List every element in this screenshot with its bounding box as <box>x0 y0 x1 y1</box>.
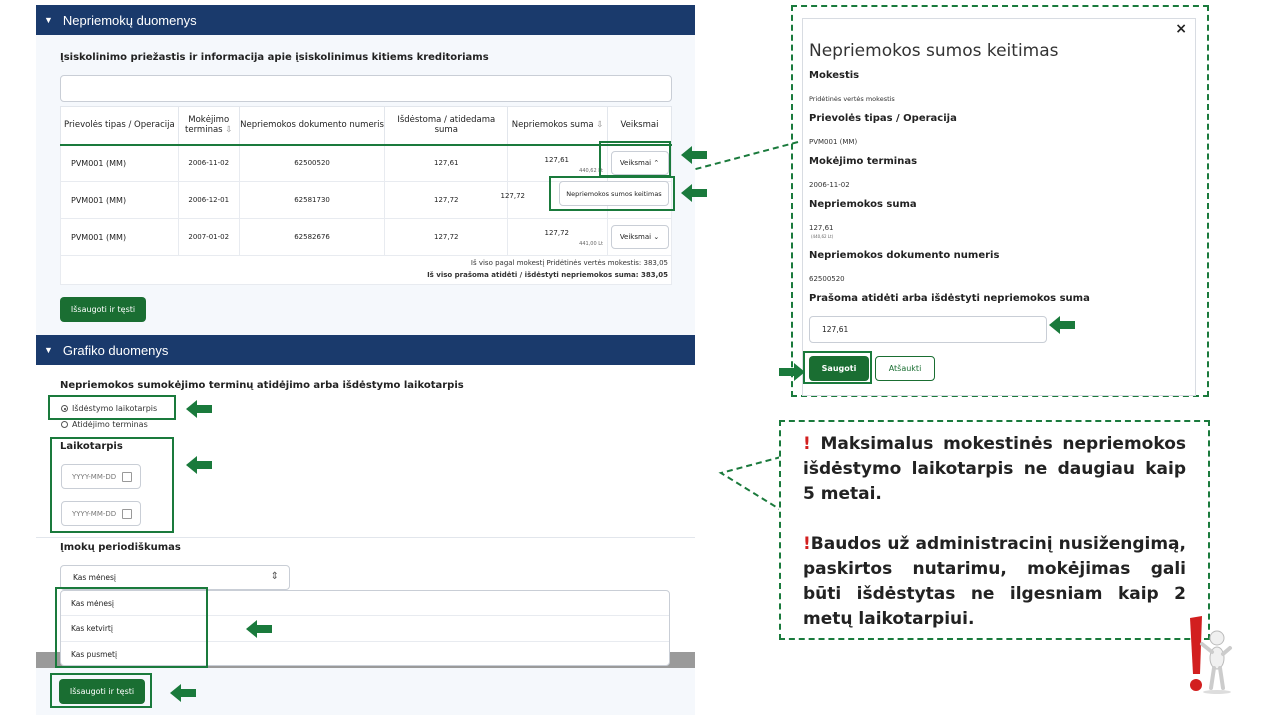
cell-doc: 62581730 <box>238 181 386 219</box>
table-row: PVM001 (MM) 2007-01-02 62582676 127,72 1… <box>60 218 672 256</box>
close-icon[interactable]: × <box>1175 21 1187 37</box>
arrow-left-icon <box>186 456 212 474</box>
highlight-menu-item <box>549 176 675 211</box>
radio-unchecked-icon <box>61 421 68 428</box>
sum-value: 127,72 <box>544 229 570 237</box>
divider <box>36 537 695 538</box>
cell-term: 2007-01-02 <box>177 218 240 256</box>
total-tax: Iš viso pagal mokestį Pridėtinės vertės … <box>470 259 668 267</box>
updown-chevron-icon: ⇕ <box>270 571 279 582</box>
radio-label: Atidėjimo terminas <box>72 420 148 429</box>
radio-option-2[interactable]: Atidėjimo terminas <box>61 420 148 429</box>
sum-sub: 441,00 Lt <box>579 241 603 247</box>
col-header-sum[interactable]: Nepriemokos suma ⇩ <box>507 106 608 146</box>
cell-amount: 127,72 <box>384 181 509 219</box>
note-text: Baudos už administracinį nusižengimą, pa… <box>803 534 1186 629</box>
cell-type: PVM001 (MM) <box>60 218 179 256</box>
section-title: Nepriemokų duomenys <box>62 12 197 28</box>
cell-amount: 127,72 <box>384 218 509 256</box>
chevron-down-icon: ⌄ <box>653 233 660 241</box>
reason-input[interactable] <box>60 75 672 102</box>
reason-label: Įsiskolinimo priežastis ir informacija a… <box>60 52 489 63</box>
cell-doc: 62500520 <box>238 144 386 182</box>
section-header-nepriemokos[interactable]: ▼ Nepriemokų duomenys <box>36 5 695 35</box>
cancel-button[interactable]: Atšaukti <box>875 356 935 381</box>
person-exclamation-icon <box>1190 616 1232 694</box>
input-value: 127,61 <box>822 325 849 334</box>
requested-sum-input[interactable]: 127,61 <box>809 316 1047 343</box>
cell-term: 2006-11-02 <box>177 144 240 182</box>
col-header-doc: Nepriemokos dokumento numeris <box>238 106 386 146</box>
connector-line <box>691 141 799 171</box>
cell-doc: 62582676 <box>238 218 386 256</box>
col-header-type: Prievolės tipas / Operacija <box>60 106 179 146</box>
section-header-grafiko[interactable]: ▼ Grafiko duomenys <box>36 335 695 365</box>
cell-actions: Veiksmai ⌄ <box>607 218 672 256</box>
highlight-modal-save <box>803 351 872 384</box>
note-paragraph-2: !Baudos už administracinį nusižengimą, p… <box>803 532 1186 632</box>
highlight-radio <box>48 395 176 420</box>
field-value: Pridėtinės vertės mokestis <box>809 95 895 103</box>
sum-value: 127,72 <box>500 192 526 200</box>
periodicity-label: Įmokų periodiškumas <box>60 542 181 553</box>
sort-icon: ⇩ <box>596 120 604 131</box>
highlight-save <box>50 673 152 708</box>
info-note: ! Maksimalus mokestinės nepriemokos išdė… <box>779 420 1210 640</box>
field-value: PVM001 (MM) <box>809 138 858 146</box>
actions-label: Veiksmai <box>619 233 652 241</box>
field-value: 62500520 <box>809 275 845 283</box>
field-label: Mokėjimo terminas <box>809 156 918 167</box>
cell-amount: 127,61 <box>384 144 509 182</box>
warning-mark: ! <box>803 434 811 454</box>
field-label: Prievolės tipas / Operacija <box>809 113 957 124</box>
select-value: Kas mėnesį <box>73 573 116 582</box>
period-label: Nepriemokos sumokėjimo terminų atidėjimo… <box>60 380 464 391</box>
input-label: Prašoma atidėti arba išdėstyti nepriemok… <box>809 293 1090 304</box>
field-value: 2006-11-02 <box>809 181 850 189</box>
col-header-term[interactable]: Mokėjimo terminas ⇩ <box>177 106 240 146</box>
cell-term: 2006-12-01 <box>177 181 240 219</box>
note-paragraph-1: ! Maksimalus mokestinės nepriemokos išdė… <box>803 432 1186 507</box>
arrow-left-icon <box>246 620 272 638</box>
arrow-left-icon <box>1049 316 1075 334</box>
field-value: 127,61 <box>809 224 834 232</box>
field-subvalue: (440,62 Lt) <box>811 234 834 239</box>
highlight-dates <box>50 437 174 533</box>
warning-mark: ! <box>803 534 811 554</box>
field-label: Nepriemokos suma <box>809 199 917 210</box>
sum-value: 127,61 <box>544 155 570 164</box>
total-requested: Iš viso prašoma atidėti / išdėstyti nepr… <box>427 271 668 279</box>
col-header-amount: Išdėstoma / atidedama suma <box>384 106 509 146</box>
field-label: Mokestis <box>809 70 860 81</box>
cell-sum: 127,72 441,00 Lt <box>507 218 608 256</box>
note-text: Maksimalus mokestinės nepriemokos išdėst… <box>803 434 1186 504</box>
save-continue-button[interactable]: Išsaugoti ir tęsti <box>60 297 146 322</box>
actions-button[interactable]: Veiksmai ⌄ <box>610 225 669 249</box>
section-title: Grafiko duomenys <box>62 342 169 358</box>
modal-title: Nepriemokos sumos keitimas <box>809 41 1059 61</box>
field-label: Nepriemokos dokumento numeris <box>809 250 1000 261</box>
col-header-actions: Veiksmai <box>607 106 672 146</box>
highlight-actions <box>599 141 671 177</box>
callout-pointer <box>718 456 782 511</box>
change-sum-modal: × Nepriemokos sumos keitimas Mokestis Pr… <box>802 18 1196 396</box>
arrow-left-icon <box>170 684 196 702</box>
col-header-term-label: Mokėjimo terminas <box>185 115 230 136</box>
highlight-options <box>55 587 208 668</box>
arrow-right-icon <box>779 363 805 381</box>
cell-type: PVM001 (MM) <box>60 181 179 219</box>
col-header-sum-label: Nepriemokos suma <box>511 120 594 131</box>
sort-icon: ⇩ <box>225 125 233 136</box>
cell-type: PVM001 (MM) <box>60 144 179 182</box>
arrow-left-icon <box>186 400 212 418</box>
chevron-down-icon: ▼ <box>44 345 53 355</box>
chevron-down-icon: ▼ <box>44 15 53 25</box>
